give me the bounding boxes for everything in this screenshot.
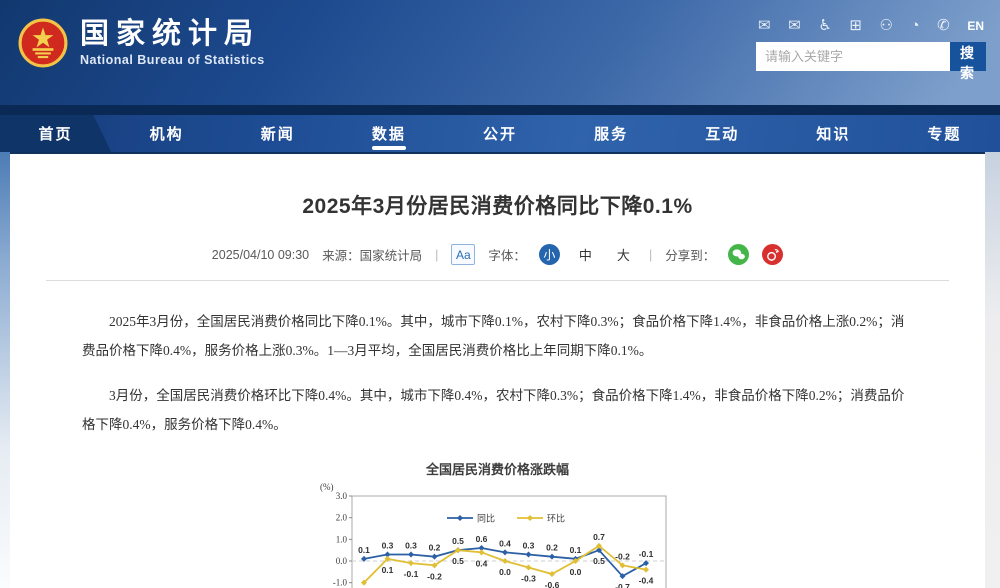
nav-item-special[interactable]: 专题 bbox=[889, 115, 1000, 152]
svg-text:0.5: 0.5 bbox=[593, 556, 605, 566]
paragraph-mom: 3月份，全国居民消费价格环比下降0.4%。其中，城市下降0.4%，农村下降0.3… bbox=[82, 381, 913, 439]
svg-text:3.0: 3.0 bbox=[335, 491, 347, 501]
search-input[interactable] bbox=[756, 42, 950, 71]
svg-text:-0.1: -0.1 bbox=[403, 569, 418, 579]
nav-item-news[interactable]: 新闻 bbox=[222, 115, 333, 152]
svg-text:0.2: 0.2 bbox=[428, 543, 440, 553]
svg-text:-1.0: -1.0 bbox=[332, 578, 347, 588]
source-label: 来源：国家统计局 bbox=[322, 245, 422, 264]
nav-item-data[interactable]: 数据 bbox=[333, 115, 444, 152]
page-right-edge bbox=[985, 152, 1000, 588]
header-icon-row: ✉ ✉ ♿ ⊞ ⚇ ◔ ✆ EN bbox=[756, 18, 986, 33]
share-label: 分享到： bbox=[665, 245, 715, 264]
share-weibo-button[interactable] bbox=[762, 244, 783, 265]
nav-item-org[interactable]: 机构 bbox=[111, 115, 222, 152]
svg-text:0.3: 0.3 bbox=[381, 541, 393, 551]
svg-text:-0.2: -0.2 bbox=[615, 551, 630, 561]
logo-group[interactable]: 国家统计局 National Bureau of Statistics bbox=[18, 18, 265, 68]
nav-item-service[interactable]: 服务 bbox=[556, 115, 667, 152]
svg-text:0.3: 0.3 bbox=[522, 541, 534, 551]
svg-text:-0.4: -0.4 bbox=[638, 576, 653, 586]
svg-text:0.7: 0.7 bbox=[593, 532, 605, 542]
svg-text:0.2: 0.2 bbox=[546, 543, 558, 553]
svg-text:0.4: 0.4 bbox=[475, 558, 487, 568]
svg-text:0.5: 0.5 bbox=[452, 556, 464, 566]
main-nav: 首页 机构 新闻 数据 公开 服务 互动 知识 专题 bbox=[0, 115, 1000, 154]
page-left-edge bbox=[0, 152, 10, 588]
page-title: 2025年3月份居民消费价格同比下降0.1% bbox=[10, 154, 985, 220]
svg-text:0.3: 0.3 bbox=[405, 541, 417, 551]
svg-text:1.0: 1.0 bbox=[335, 534, 347, 544]
app-grid-icon[interactable]: ⊞ bbox=[849, 18, 862, 33]
nav-item-public[interactable]: 公开 bbox=[444, 115, 555, 152]
svg-text:0.0: 0.0 bbox=[335, 556, 347, 566]
svg-text:0.6: 0.6 bbox=[475, 534, 487, 544]
site-header: 国家统计局 National Bureau of Statistics ✉ ✉ … bbox=[0, 0, 1000, 105]
weibo-icon[interactable]: ◔ bbox=[911, 18, 920, 33]
header-utilities: ✉ ✉ ♿ ⊞ ⚇ ◔ ✆ EN 搜索 bbox=[756, 18, 986, 71]
svg-text:0.0: 0.0 bbox=[499, 567, 511, 577]
article-body: 2025年3月份，全国居民消费价格同比下降0.1%。其中，城市下降0.1%，农村… bbox=[82, 307, 913, 439]
font-label: 字体： bbox=[488, 245, 526, 264]
article-meta-row: 2025/04/10 09:30 来源：国家统计局 | Aa 字体： 小 中 大… bbox=[10, 244, 985, 265]
svg-text:2.0: 2.0 bbox=[335, 513, 347, 523]
wechat-icon bbox=[731, 247, 746, 262]
meta-divider bbox=[46, 280, 949, 281]
svg-text:0.5: 0.5 bbox=[452, 536, 464, 546]
svg-text:-0.6: -0.6 bbox=[544, 580, 559, 588]
nav-item-knowledge[interactable]: 知识 bbox=[778, 115, 889, 152]
nav-item-home[interactable]: 首页 bbox=[0, 115, 111, 152]
wechat-icon[interactable]: ✆ bbox=[937, 18, 950, 33]
svg-text:0.1: 0.1 bbox=[358, 545, 370, 555]
font-medium-button[interactable]: 中 bbox=[573, 245, 598, 264]
svg-text:0.0: 0.0 bbox=[569, 567, 581, 577]
page: 国家统计局 National Bureau of Statistics ✉ ✉ … bbox=[0, 0, 1000, 588]
weibo-icon bbox=[765, 247, 780, 262]
publish-datetime: 2025/04/10 09:30 bbox=[212, 248, 309, 262]
chart-title: 全国居民消费价格涨跌幅 bbox=[318, 459, 678, 478]
svg-text:环比: 环比 bbox=[547, 513, 565, 524]
font-small-button[interactable]: 小 bbox=[539, 244, 560, 265]
accessibility-icon[interactable]: ♿ bbox=[818, 18, 831, 33]
nav-top-strip bbox=[0, 105, 1000, 115]
svg-text:-0.3: -0.3 bbox=[521, 574, 536, 584]
paragraph-yoy: 2025年3月份，全国居民消费价格同比下降0.1%。其中，城市下降0.1%，农村… bbox=[82, 307, 913, 365]
nav-item-interact[interactable]: 互动 bbox=[667, 115, 778, 152]
language-toggle-en[interactable]: EN bbox=[967, 20, 984, 32]
svg-text:0.4: 0.4 bbox=[499, 538, 511, 548]
search-bar: 搜索 bbox=[756, 42, 986, 71]
site-name-en: National Bureau of Statistics bbox=[80, 53, 265, 67]
mail-icon[interactable]: ✉ bbox=[758, 18, 771, 33]
svg-text:0.1: 0.1 bbox=[569, 545, 581, 555]
svg-text:0.1: 0.1 bbox=[381, 565, 393, 575]
subscribe-mail-icon[interactable]: ✉ bbox=[788, 18, 801, 33]
svg-text:-0.1: -0.1 bbox=[638, 549, 653, 559]
national-emblem-logo bbox=[18, 18, 68, 68]
font-large-button[interactable]: 大 bbox=[611, 245, 636, 264]
svg-text:同比: 同比 bbox=[477, 513, 495, 524]
cpi-chart: 全国居民消费价格涨跌幅 (%)3.02.01.00.0-1.0-2.0-3.02… bbox=[318, 459, 678, 588]
robot-icon[interactable]: ⚇ bbox=[880, 18, 893, 33]
cpi-line-chart: (%)3.02.01.00.0-1.0-2.0-3.02024年3月4月5月6月… bbox=[318, 478, 678, 588]
meta-separator: | bbox=[649, 248, 652, 262]
svg-text:-0.7: -0.7 bbox=[615, 582, 630, 588]
svg-text:-0.2: -0.2 bbox=[427, 571, 442, 581]
meta-separator: | bbox=[435, 248, 438, 262]
search-button[interactable]: 搜索 bbox=[950, 42, 986, 71]
article-content: 2025年3月份居民消费价格同比下降0.1% 2025/04/10 09:30 … bbox=[10, 154, 985, 588]
share-wechat-button[interactable] bbox=[728, 244, 749, 265]
svg-text:(%): (%) bbox=[320, 482, 334, 492]
font-size-icon[interactable]: Aa bbox=[451, 244, 475, 265]
site-name: 国家统计局 bbox=[80, 19, 265, 51]
